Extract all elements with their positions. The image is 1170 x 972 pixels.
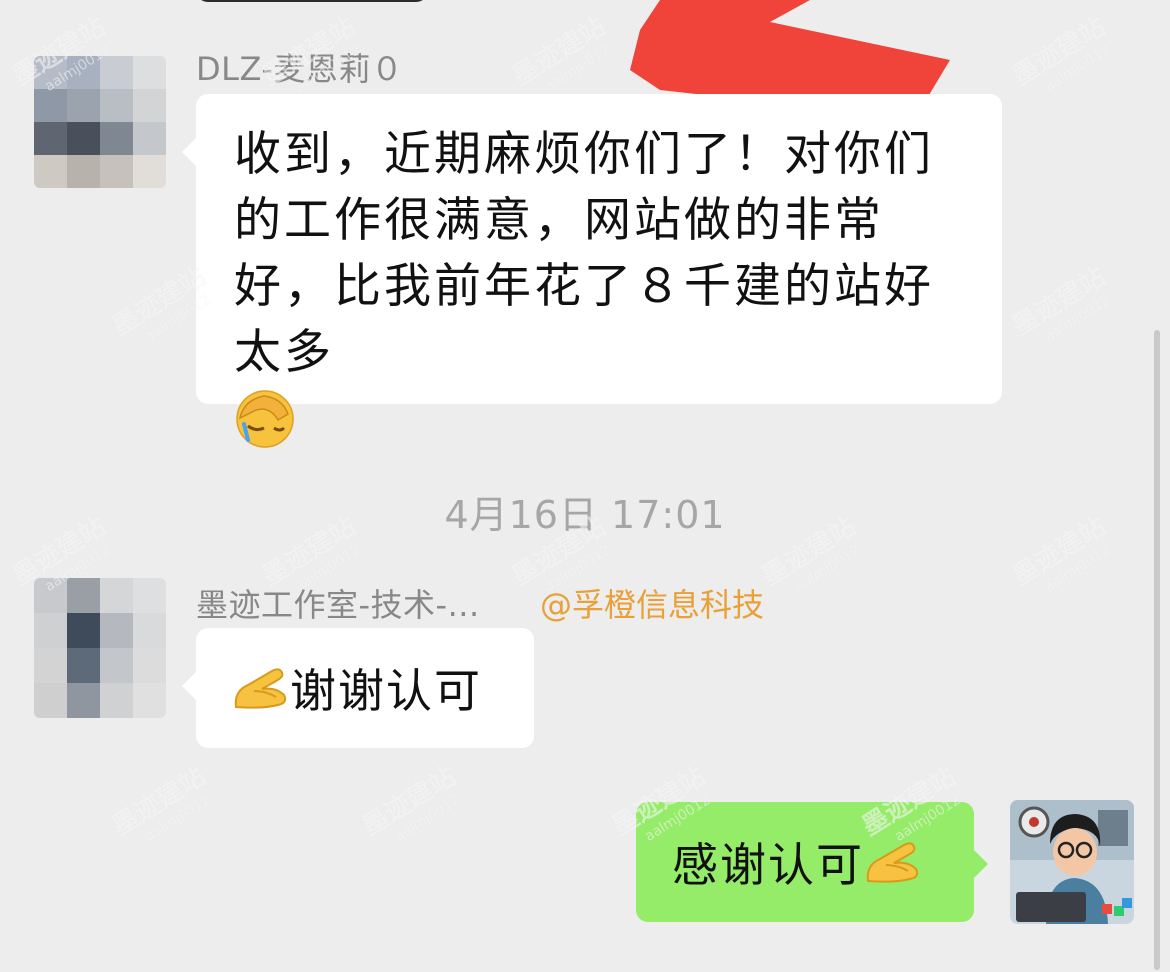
sender-avatar[interactable]: [34, 56, 166, 188]
timestamp: 4月16日 17:01: [444, 493, 726, 537]
self-avatar[interactable]: [1010, 800, 1134, 924]
watermark: 墨迹建站 aalmj0012: [107, 761, 214, 845]
message-bubble[interactable]: 谢谢认可: [182, 628, 534, 748]
watermark: 墨迹建站 aalmj0012: [1007, 261, 1114, 345]
outgoing-message-bubble[interactable]: 感谢认可: [636, 802, 988, 922]
message-text: 谢谢认可: [290, 664, 482, 718]
scrollbar[interactable]: [1154, 330, 1160, 970]
facepalm-emoji: [234, 388, 296, 454]
sender-name: DLZ-麦恩莉０: [196, 50, 404, 88]
previous-message-bubble[interactable]: [196, 0, 428, 2]
message-text: 收到，近期麻烦你们了！对你们的工作很满意，网站做的非常好，比我前年花了８千建的站…: [234, 127, 934, 380]
mention-tag[interactable]: @孚橙信息科技: [540, 580, 764, 626]
watermark: 墨迹建站 aalmj0012: [507, 11, 614, 95]
watermark: 墨迹建站 aalmj0012: [357, 761, 464, 845]
message-text: 感谢认可: [672, 838, 864, 892]
message-bubble[interactable]: 收到，近期麻烦你们了！对你们的工作很满意，网站做的非常好，比我前年花了８千建的站…: [182, 94, 1002, 448]
watermark: 墨迹建站 aalmj0012: [1007, 11, 1114, 95]
sender-name: 墨迹工作室-技术-...: [196, 586, 480, 624]
pinched-hand-emoji: [232, 661, 290, 715]
pinched-hand-emoji: [864, 835, 922, 889]
sender-avatar[interactable]: [34, 578, 166, 718]
